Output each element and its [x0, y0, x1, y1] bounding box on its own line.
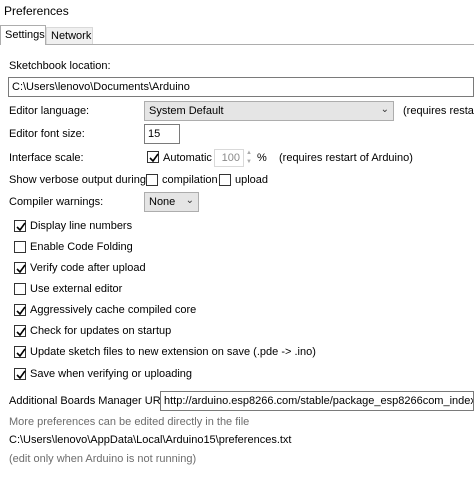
interface-scale-input[interactable]: 100 [214, 149, 244, 167]
check-updates-checkbox[interactable] [14, 325, 26, 337]
interface-scale-note: (requires restart of Arduino) [279, 152, 413, 164]
chevron-down-icon: ⌄ [380, 104, 389, 115]
compiler-warnings-select[interactable]: None ⌄ [144, 192, 199, 212]
tab-settings[interactable]: Settings [0, 25, 46, 45]
verbose-label: Show verbose output during: [9, 174, 150, 186]
edit-only-note: (edit only when Arduino is not running) [9, 453, 197, 465]
interface-scale-label: Interface scale: [9, 152, 84, 164]
checkmark-icon [16, 370, 26, 380]
checkmark-icon [16, 222, 26, 232]
enable-code-folding-label: Enable Code Folding [30, 241, 133, 253]
preferences-file-path: C:\Users\lenovo\AppData\Local\Arduino15\… [9, 434, 292, 446]
verbose-upload-checkbox[interactable] [219, 174, 231, 186]
automatic-scale-checkbox[interactable] [147, 151, 159, 163]
stepper-down-icon[interactable]: ▼ [244, 158, 254, 167]
cache-compiled-core-checkbox[interactable] [14, 304, 26, 316]
compiler-warnings-value: None [149, 196, 176, 208]
checkmark-icon [16, 264, 26, 274]
interface-scale-unit: % [257, 152, 267, 164]
compiler-warnings-label: Compiler warnings: [9, 196, 104, 208]
checkmark-icon [16, 327, 26, 337]
check-updates-label: Check for updates on startup [30, 325, 172, 337]
boards-manager-urls-input[interactable]: http://arduino.esp8266.com/stable/packag… [160, 391, 474, 411]
interface-scale-stepper[interactable]: ▲ ▼ [244, 149, 254, 167]
verbose-compilation-checkbox[interactable] [146, 174, 158, 186]
update-sketch-extension-checkbox[interactable] [14, 346, 26, 358]
verify-after-upload-label: Verify code after upload [30, 262, 146, 274]
checkmark-icon [16, 306, 26, 316]
checkmark-icon [149, 153, 159, 163]
use-external-editor-label: Use external editor [30, 283, 123, 295]
verbose-upload-label: upload [235, 174, 269, 186]
display-line-numbers-label: Display line numbers [30, 220, 133, 232]
save-on-verify-label: Save when verifying or uploading [30, 368, 193, 380]
cache-compiled-core-label: Aggressively cache compiled core [30, 304, 197, 316]
use-external-editor-checkbox[interactable] [14, 283, 26, 295]
chevron-down-icon: ⌄ [185, 195, 194, 206]
stepper-up-icon[interactable]: ▲ [244, 149, 254, 158]
display-line-numbers-checkbox[interactable] [14, 220, 26, 232]
verbose-compilation-label: compilation [162, 174, 218, 186]
editor-language-label: Editor language: [9, 105, 90, 117]
tab-bar: Settings Network [0, 25, 474, 45]
boards-manager-label: Additional Boards Manager URLs: [9, 395, 176, 407]
verify-after-upload-checkbox[interactable] [14, 262, 26, 274]
sketchbook-label: Sketchbook location: [9, 60, 111, 72]
editor-language-value: System Default [149, 105, 224, 117]
font-size-input[interactable]: 15 [144, 124, 180, 144]
editor-language-select[interactable]: System Default ⌄ [144, 101, 394, 121]
font-size-label: Editor font size: [9, 128, 85, 140]
sketchbook-location-input[interactable]: C:\Users\lenovo\Documents\Arduino [8, 77, 474, 97]
window-title: Preferences [4, 4, 69, 18]
enable-code-folding-checkbox[interactable] [14, 241, 26, 253]
more-preferences-note: More preferences can be edited directly … [9, 416, 250, 428]
automatic-scale-label: Automatic [163, 152, 212, 164]
checkmark-icon [16, 348, 26, 358]
editor-language-note: (requires restart [403, 105, 474, 117]
update-sketch-extension-label: Update sketch files to new extension on … [30, 346, 316, 358]
save-on-verify-checkbox[interactable] [14, 368, 26, 380]
tab-network[interactable]: Network [46, 27, 93, 44]
